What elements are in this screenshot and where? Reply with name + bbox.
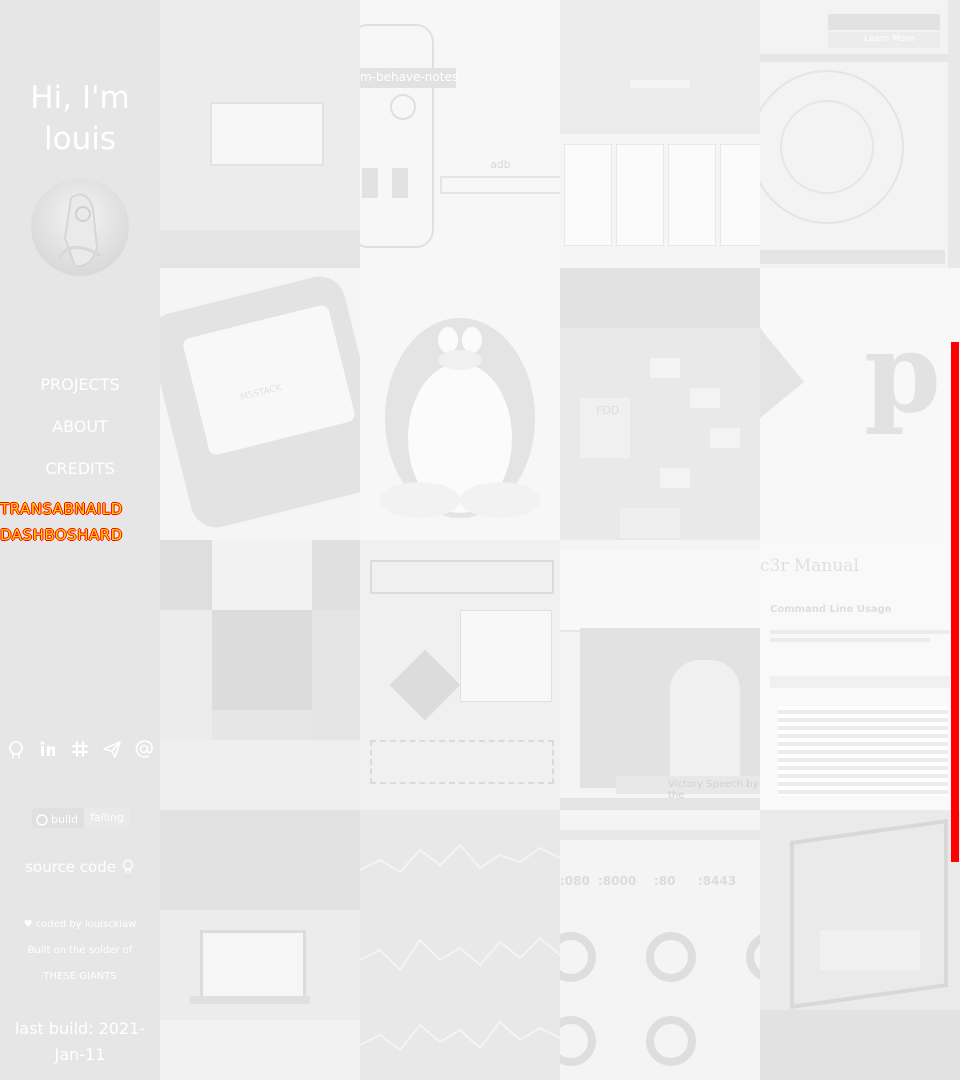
tile-image (360, 540, 560, 810)
project-tile-web-cards[interactable] (560, 0, 760, 268)
project-tile-collage[interactable] (160, 540, 360, 810)
project-tile-m5stack[interactable]: M5STACK (160, 268, 360, 540)
manual-title: c3r Manual (760, 556, 859, 576)
tile-image (160, 810, 360, 1080)
tile-image: Victory Speech by the (560, 540, 760, 810)
social-links (0, 738, 160, 762)
coded-by-text: coded by louisckiaw (35, 919, 137, 930)
project-tile-dashboard-charts[interactable] (360, 810, 560, 1080)
charts-thumbnail (360, 843, 560, 1052)
build-badge-status: failing (84, 808, 130, 828)
coded-by: ♥ coded by louisckiaw (0, 919, 160, 930)
tile-image (360, 810, 560, 1080)
tile-image: m-behave-notes adb (360, 0, 560, 268)
giants-link[interactable]: THESE GIANTS (0, 971, 160, 982)
build-badge-left: build (32, 808, 85, 828)
build-badge-label: build (51, 813, 79, 826)
port-label: :8000 (598, 874, 637, 888)
tile-image (760, 810, 960, 1080)
nav-about[interactable]: ABOUT (0, 417, 160, 436)
github-icon[interactable] (5, 738, 27, 760)
project-tile-video[interactable]: Victory Speech by the (560, 540, 760, 810)
project-tile-port-dashboard[interactable]: :080 :8000 :80 :8443 (560, 810, 760, 1080)
project-tile-laptop-desk[interactable] (160, 810, 360, 1080)
telegram-icon[interactable] (101, 738, 123, 760)
tile-image: p (760, 268, 960, 540)
project-tile-behave-notes[interactable]: m-behave-notes adb (360, 0, 560, 268)
php-letter: p (864, 308, 941, 437)
project-tile-laptop-screen[interactable] (160, 0, 360, 268)
tile-image (160, 540, 360, 810)
github-icon (36, 813, 48, 826)
nav-credits[interactable]: CREDITS (0, 459, 160, 478)
nav-projects[interactable]: PROJECTS (0, 375, 160, 394)
project-tile-radar-map[interactable]: Learn More (760, 0, 960, 268)
port-label: :80 (654, 874, 676, 888)
heart-icon: ♥ (23, 919, 33, 930)
tile-image: FDD (560, 268, 760, 540)
behave-notes-label: m-behave-notes (360, 70, 459, 84)
tile-image (360, 268, 560, 540)
tile-image: :080 :8000 :80 :8443 (560, 810, 760, 1080)
tile-image (560, 0, 760, 268)
tile-image: c3r Manual Command Line Usage (760, 540, 960, 810)
nav-glitch-text-2[interactable]: DASHBOSHARD (0, 526, 160, 544)
slack-icon[interactable] (69, 738, 91, 760)
manual-heading: Command Line Usage (770, 604, 892, 615)
learn-more-link[interactable]: Learn More (864, 34, 914, 44)
email-icon[interactable] (133, 738, 155, 760)
build-status-badge[interactable]: build failing (32, 808, 130, 828)
project-tile-manual[interactable]: c3r Manual Command Line Usage (760, 540, 960, 810)
port-label: :8443 (698, 874, 737, 888)
project-tile-traffic[interactable]: FDD (560, 268, 760, 540)
red-glitch-strip (951, 342, 959, 862)
tile-image (160, 0, 360, 268)
adb-label: adb (490, 158, 511, 171)
source-code-label: source code (25, 858, 116, 876)
project-tile-linux[interactable] (360, 268, 560, 540)
nav-glitch-text-1[interactable]: TRANSABNAILD (0, 500, 160, 518)
project-tile-pcb[interactable] (360, 540, 560, 810)
tux-icon (380, 318, 540, 518)
page-title: Hi, I'm louis (30, 80, 130, 157)
tile-image: M5STACK (160, 268, 360, 540)
github-icon (122, 859, 133, 873)
project-tile-php[interactable]: p (760, 268, 960, 540)
sidebar: Hi, I'm louis PROJECTS ABOUT CREDITS TRA… (0, 0, 160, 1080)
tile-image: Learn More (760, 0, 960, 268)
source-code-link[interactable]: source code (0, 858, 160, 876)
last-build: last build: 2021-Jan-11 (14, 1019, 146, 1064)
port-label: :080 (560, 874, 590, 888)
project-tile-3d-printer[interactable] (760, 810, 960, 1080)
fdd-label: FDD (596, 404, 620, 417)
built-on-text: Built on the solder of (27, 945, 133, 956)
linkedin-icon[interactable] (37, 738, 59, 760)
avatar[interactable] (31, 178, 129, 276)
